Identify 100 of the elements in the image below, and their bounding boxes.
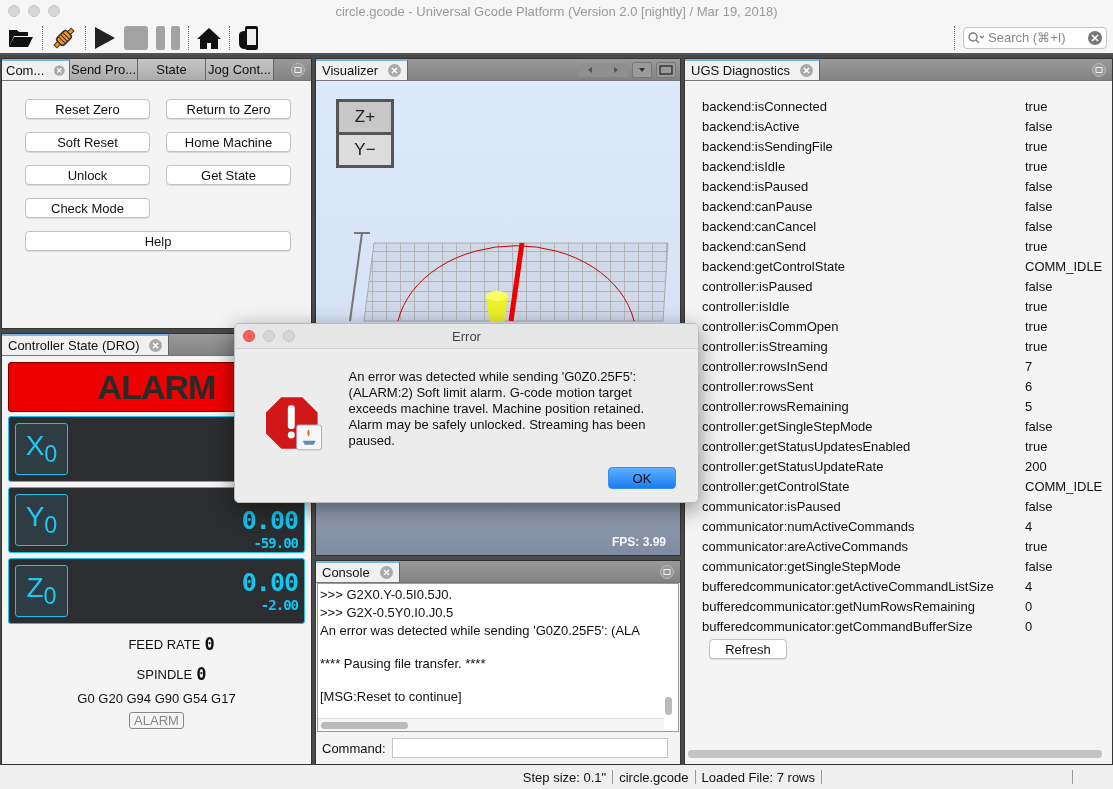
console-line: **** Pausing file transfer. **** — [320, 656, 486, 671]
diagnostic-key: backend:canSend — [702, 237, 1025, 257]
panel-tab[interactable]: Jog Cont... — [206, 59, 274, 80]
command-button[interactable]: Return to Zero — [166, 99, 291, 119]
diagnostic-key: communicator:getSingleStepMode — [702, 557, 1025, 577]
diagnostic-value: 6 — [1025, 378, 1034, 396]
command-button[interactable]: Check Mode — [25, 198, 150, 218]
diagnostic-value: true — [1025, 98, 1049, 116]
axis-zero-button[interactable]: Z$_{0}$ — [15, 565, 68, 617]
panel-tab[interactable]: Send Pro... — [70, 59, 138, 80]
diagnostic-key: controller:rowsInSend — [702, 357, 1025, 377]
zoom-button[interactable] — [283, 330, 295, 342]
diagnostic-key: backend:isIdle — [702, 157, 1025, 177]
scrollbar-thumb[interactable] — [688, 750, 1102, 758]
panel-tab[interactable]: Visualizer — [316, 59, 409, 80]
panel-tab[interactable]: UGS Diagnostics — [685, 59, 820, 80]
active-gcodes: G0 G20 G94 G90 G54 G17 — [77, 691, 236, 706]
command-button[interactable]: Home Machine — [166, 132, 291, 152]
diagnostic-value: false — [1025, 418, 1054, 436]
diagnostic-value: false — [1025, 218, 1054, 236]
diagnostic-value: false — [1025, 278, 1054, 296]
command-label: Command: — [322, 740, 386, 756]
axis-zero-button[interactable]: Y$_{0}$ — [15, 494, 68, 546]
spindle-value: 0 — [196, 664, 207, 684]
refresh-button[interactable]: Refresh — [709, 639, 787, 659]
command-button[interactable]: Unlock — [25, 165, 150, 185]
diagnostic-key: controller:isCommOpen — [702, 317, 1025, 337]
dialog-title: Error — [451, 328, 482, 344]
diagnostic-value: COMM_IDLE — [1025, 478, 1104, 496]
diagnostic-value: true — [1025, 138, 1049, 156]
diagnostic-key: communicator:isPaused — [702, 497, 1025, 517]
panel-tab[interactable]: Com... — [2, 59, 70, 80]
machine-position: -59.00 — [253, 535, 298, 551]
diagnostic-value: true — [1025, 298, 1049, 316]
diagnostic-value: true — [1025, 238, 1049, 256]
close-icon[interactable] — [54, 64, 65, 77]
status-text: Loaded File: 7 rows — [700, 769, 816, 785]
diagnostic-key: bufferedcommunicator:getCommandBufferSize — [702, 617, 1025, 637]
diagnostic-key: backend:isSendingFile — [702, 137, 1025, 157]
close-button[interactable] — [8, 5, 20, 17]
diagnostic-value: false — [1025, 118, 1054, 136]
diagnostic-value: true — [1025, 438, 1049, 456]
diagnostic-value: true — [1025, 158, 1049, 176]
scrollbar-thumb[interactable] — [321, 722, 408, 729]
diagnostic-key: controller:getStatusUpdatesEnabled — [702, 437, 1025, 457]
feed-rate-label: FEED RATE — [128, 636, 201, 652]
panel-tab[interactable]: State — [138, 59, 206, 80]
panel-tab[interactable]: Console — [316, 561, 400, 582]
diagnostic-value: 0 — [1025, 618, 1034, 636]
feed-rate-value: 0 — [204, 634, 215, 654]
diagnostic-key: communicator:areActiveCommands — [702, 537, 1025, 557]
diagnostic-key: controller:getControlState — [702, 477, 1025, 497]
diagnostic-key: controller:isIdle — [702, 297, 1025, 317]
search-field[interactable]: Search (⌘+I) — [963, 26, 1107, 49]
close-icon[interactable] — [800, 64, 813, 77]
diagnostic-key: controller:isStreaming — [702, 337, 1025, 357]
window-title: circle.gcode - Universal Gcode Platform (Version 2.0 [nightly] / Mar 19, 2018) — [334, 3, 779, 19]
console-line: [MSG:Reset to continue] — [320, 689, 462, 704]
zoom-button[interactable] — [48, 5, 60, 17]
command-button[interactable]: Help — [25, 231, 291, 251]
command-button[interactable]: Soft Reset — [25, 132, 150, 152]
minimize-icon[interactable] — [1092, 62, 1106, 77]
command-field[interactable] — [391, 738, 668, 758]
panel-tab[interactable]: Controller State (DRO) — [2, 334, 170, 355]
scrollbar-thumb[interactable] — [665, 697, 672, 715]
diagnostic-value: true — [1025, 318, 1049, 336]
state-badge: ALARM — [129, 712, 184, 729]
console-line: >>> G2X-0.5Y0.I0.J0.5 — [320, 605, 454, 620]
cube-face[interactable]: Z+ — [339, 102, 391, 135]
close-icon[interactable] — [388, 64, 402, 77]
diagnostic-value: 7 — [1025, 358, 1034, 376]
view-cube[interactable]: Z+ Y− — [336, 99, 394, 168]
close-icon[interactable] — [149, 339, 163, 352]
close-icon[interactable] — [379, 566, 393, 579]
minimize-button[interactable] — [28, 5, 40, 17]
command-button[interactable]: Get State — [166, 165, 291, 185]
diagnostic-value: 200 — [1025, 458, 1048, 476]
diagnostic-value: false — [1025, 178, 1054, 196]
hand-phone-icon[interactable] — [238, 23, 260, 52]
diagnostic-value: true — [1025, 338, 1049, 356]
close-button[interactable] — [243, 330, 255, 342]
diagnostic-key: controller:getStatusUpdateRate — [702, 457, 1025, 477]
dropdown-icon[interactable] — [632, 61, 652, 78]
minimize-icon[interactable] — [291, 62, 305, 77]
ok-button[interactable]: OK — [608, 467, 676, 489]
minimize-button[interactable] — [263, 330, 275, 342]
command-button[interactable]: Reset Zero — [25, 99, 150, 119]
diagnostic-key: backend:canCancel — [702, 217, 1025, 237]
error-message: An error was detected while sending 'G0Z0.25F5': (ALARM:2) Soft limit alarm. G-code motion target exceeds machine travel. Machine position retained. Alarm may be safely unlocked. Streaming has been paused. — [348, 369, 647, 449]
diagnostic-key: backend:getControlState — [702, 257, 1025, 277]
work-position: 0.00 — [241, 569, 298, 597]
diagnostic-value: true — [1025, 538, 1049, 556]
axis-zero-button[interactable]: X$_{0}$ — [15, 423, 68, 475]
maximize-icon[interactable] — [656, 61, 676, 78]
tab-scroll-buttons[interactable] — [578, 62, 628, 77]
minimize-icon[interactable] — [660, 564, 674, 579]
clear-icon[interactable] — [1088, 30, 1102, 45]
cube-face[interactable]: Y− — [339, 135, 391, 165]
error-icon — [265, 395, 323, 451]
diagnostic-key: controller:getSingleStepMode — [702, 417, 1025, 437]
